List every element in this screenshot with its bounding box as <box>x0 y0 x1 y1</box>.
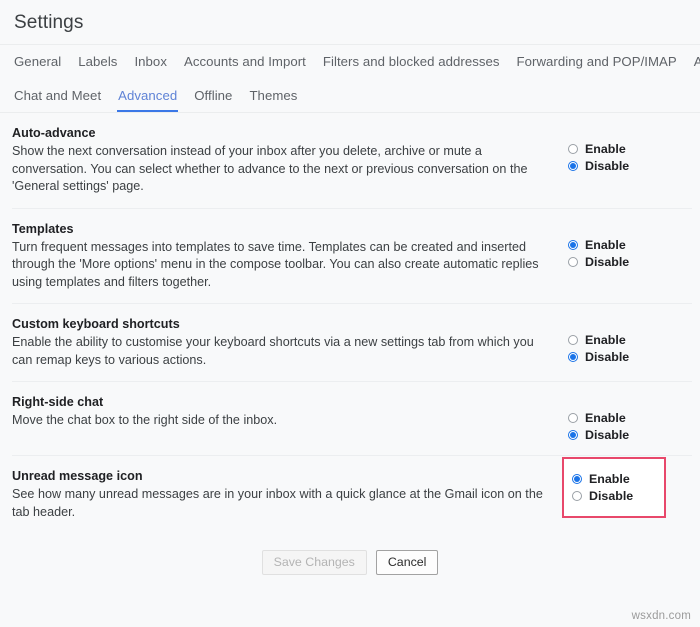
radio-button-icon[interactable] <box>568 430 578 440</box>
setting-text-custom-keyboard-shortcuts: Custom keyboard shortcutsEnable the abil… <box>12 316 568 369</box>
setting-description: Show the next conversation instead of yo… <box>12 143 552 196</box>
radio-option-disable-auto-advance[interactable]: Disable <box>568 158 664 174</box>
radio-option-label: Disable <box>585 428 629 442</box>
radio-option-enable-custom-keyboard-shortcuts[interactable]: Enable <box>568 332 664 348</box>
save-changes-button[interactable]: Save Changes <box>262 550 367 575</box>
cancel-button[interactable]: Cancel <box>376 550 439 575</box>
page-title: Settings <box>14 13 83 32</box>
setting-description: Move the chat box to the right side of t… <box>12 412 552 430</box>
setting-text-right-side-chat: Right-side chatMove the chat box to the … <box>12 394 568 430</box>
tab-row-primary: General Labels Inbox Accounts and Import Fil… <box>14 45 700 79</box>
radio-group-templates: Enable Disable <box>568 221 664 270</box>
radio-option-label: Enable <box>585 142 626 156</box>
radio-group-auto-advance: Enable Disable <box>568 125 664 174</box>
radio-option-label: Enable <box>589 472 630 486</box>
setting-title: Templates <box>12 221 552 238</box>
radio-button-icon[interactable] <box>568 240 578 250</box>
radio-option-label: Disable <box>589 489 633 503</box>
setting-row-auto-advance: Auto-advanceShow the next conversation i… <box>12 113 692 209</box>
setting-text-unread-message-icon: Unread message iconSee how many unread m… <box>12 468 568 521</box>
setting-row-custom-keyboard-shortcuts: Custom keyboard shortcutsEnable the abil… <box>12 304 692 382</box>
radio-option-label: Enable <box>585 411 626 425</box>
radio-button-icon[interactable] <box>568 352 578 362</box>
setting-title: Auto-advance <box>12 125 552 142</box>
tab-chat-and-meet[interactable]: Chat and Meet <box>14 79 101 113</box>
setting-text-templates: TemplatesTurn frequent messages into tem… <box>12 221 568 292</box>
radio-option-enable-auto-advance[interactable]: Enable <box>568 141 664 157</box>
setting-text-auto-advance: Auto-advanceShow the next conversation i… <box>12 125 568 196</box>
tab-forwarding-and-pop-imap[interactable]: Forwarding and POP/IMAP <box>517 45 677 79</box>
radio-group-unread-message-icon: Enable Disable <box>562 457 666 518</box>
setting-row-templates: TemplatesTurn frequent messages into tem… <box>12 209 692 305</box>
tab-themes[interactable]: Themes <box>249 79 297 113</box>
settings-list: Auto-advanceShow the next conversation i… <box>0 113 700 533</box>
radio-option-disable-custom-keyboard-shortcuts[interactable]: Disable <box>568 349 664 365</box>
radio-option-label: Enable <box>585 333 626 347</box>
radio-option-disable-right-side-chat[interactable]: Disable <box>568 427 664 443</box>
radio-button-icon[interactable] <box>568 335 578 345</box>
tab-accounts-and-import[interactable]: Accounts and Import <box>184 45 306 79</box>
radio-option-label: Disable <box>585 350 629 364</box>
radio-button-icon[interactable] <box>568 413 578 423</box>
setting-title: Unread message icon <box>12 468 552 485</box>
radio-option-label: Disable <box>585 255 629 269</box>
radio-group-right-side-chat: Enable Disable <box>568 394 664 443</box>
radio-option-disable-unread-message-icon[interactable]: Disable <box>572 488 664 504</box>
tab-filters-and-blocked-addresses[interactable]: Filters and blocked addresses <box>323 45 500 79</box>
tab-offline[interactable]: Offline <box>194 79 232 113</box>
radio-button-icon[interactable] <box>568 144 578 154</box>
radio-option-enable-templates[interactable]: Enable <box>568 237 664 253</box>
radio-option-enable-right-side-chat[interactable]: Enable <box>568 410 664 426</box>
radio-option-enable-unread-message-icon[interactable]: Enable <box>572 471 664 487</box>
radio-option-label: Enable <box>585 238 626 252</box>
setting-row-right-side-chat: Right-side chatMove the chat box to the … <box>12 382 692 456</box>
tab-general[interactable]: General <box>14 45 61 79</box>
radio-button-icon[interactable] <box>568 161 578 171</box>
radio-option-label: Disable <box>585 159 629 173</box>
setting-description: Enable the ability to customise your key… <box>12 334 552 369</box>
setting-row-unread-message-icon: Unread message iconSee how many unread m… <box>12 456 692 533</box>
radio-button-icon[interactable] <box>572 491 582 501</box>
setting-description: Turn frequent messages into templates to… <box>12 239 552 292</box>
watermark: wsxdn.com <box>632 610 691 622</box>
tab-advanced[interactable]: Advanced <box>118 79 177 113</box>
radio-group-custom-keyboard-shortcuts: Enable Disable <box>568 316 664 365</box>
page-header: Settings <box>0 0 700 45</box>
tab-add-ons[interactable]: Add-ons <box>694 45 700 79</box>
setting-description: See how many unread messages are in your… <box>12 486 552 521</box>
radio-button-icon[interactable] <box>568 257 578 267</box>
tab-inbox[interactable]: Inbox <box>134 45 167 79</box>
tab-labels[interactable]: Labels <box>78 45 117 79</box>
setting-title: Custom keyboard shortcuts <box>12 316 552 333</box>
tab-row-secondary: Chat and Meet Advanced Offline Themes <box>14 79 700 113</box>
radio-button-icon[interactable] <box>572 474 582 484</box>
setting-title: Right-side chat <box>12 394 552 411</box>
radio-option-disable-templates[interactable]: Disable <box>568 254 664 270</box>
footer-actions: Save Changes Cancel <box>0 533 700 575</box>
settings-tabs: General Labels Inbox Accounts and Import Fil… <box>0 45 700 113</box>
